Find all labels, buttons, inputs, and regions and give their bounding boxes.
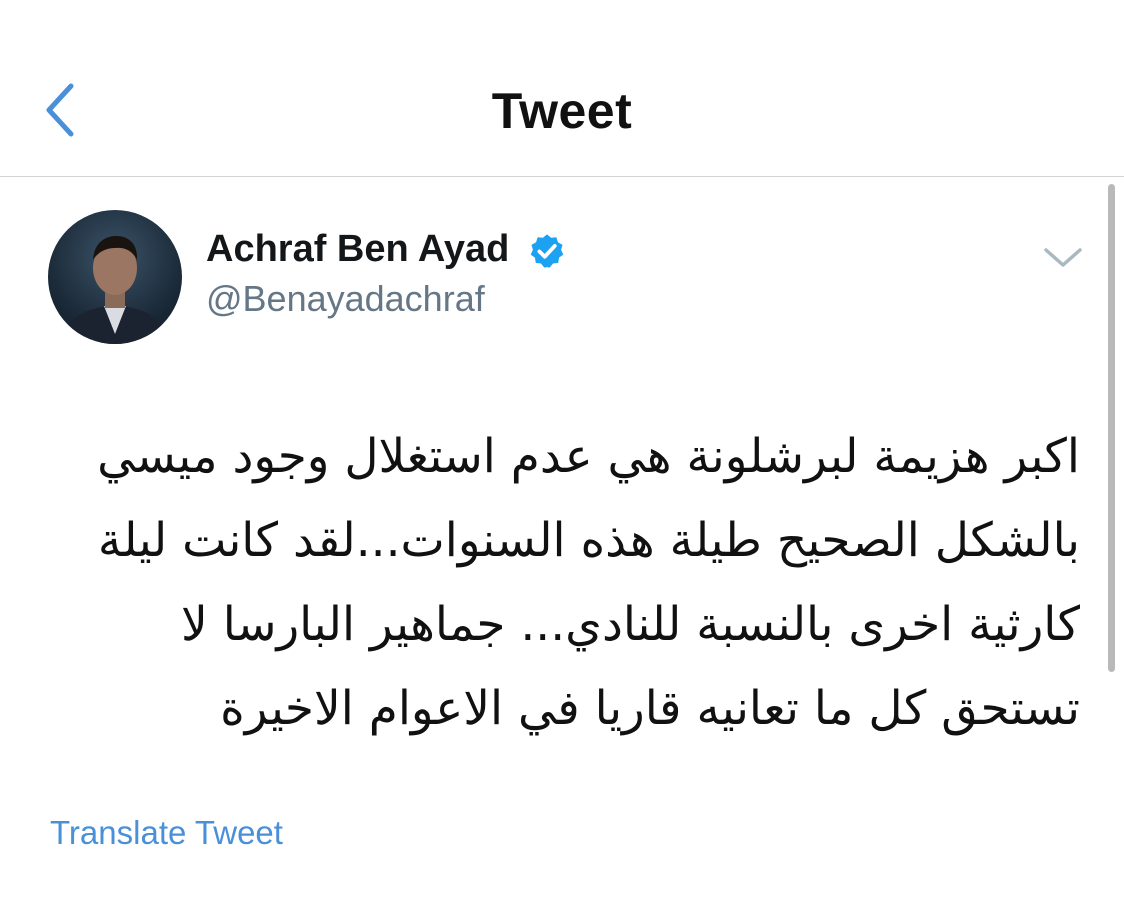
author-name[interactable]: Achraf Ben Ayad: [206, 228, 509, 271]
author-handle[interactable]: @Benayadachraf: [206, 278, 485, 320]
verified-badge-icon: [530, 234, 564, 268]
tweet-text: اكبر هزيمة لبرشلونة هي عدم استغلال وجود …: [97, 429, 1080, 736]
navigation-bar: Tweet: [0, 0, 1124, 176]
translate-tweet-link[interactable]: Translate Tweet: [50, 814, 283, 852]
avatar[interactable]: [48, 210, 182, 344]
profile-photo: [58, 236, 172, 344]
page-title: Tweet: [491, 83, 633, 139]
scrollbar[interactable]: [1108, 184, 1115, 672]
chevron-down-icon: [1044, 248, 1082, 267]
tweet-menu-button[interactable]: [1040, 240, 1086, 274]
header-divider: [0, 176, 1124, 177]
